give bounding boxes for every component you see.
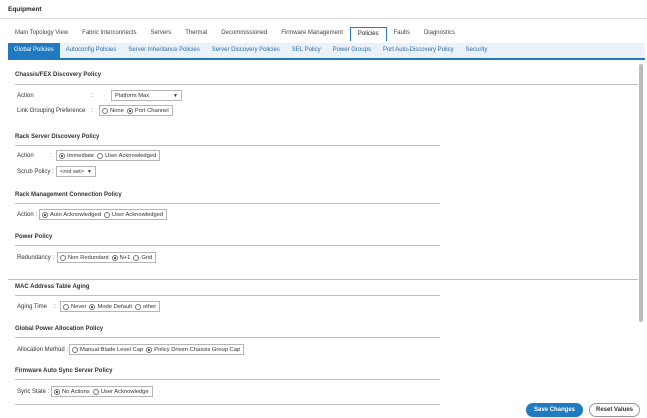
radio-other[interactable]: other — [134, 303, 156, 310]
sub-tab-bar: Global Policies Autoconfig Policies Serv… — [8, 43, 645, 60]
page-header: Equipment — [0, 0, 647, 19]
caret-down-icon: ▼ — [87, 168, 92, 175]
reset-values-button[interactable]: Reset Values — [589, 403, 640, 417]
aging-time-colon: : — [54, 304, 56, 310]
allocation-method-radio-group: Manual Blade Level Cap Policy Driven Cha… — [69, 344, 245, 355]
radio-immediate[interactable]: Immediate — [59, 152, 94, 159]
section-divider — [15, 245, 440, 246]
section-divider — [8, 279, 638, 280]
section-title-rack-server: Rack Server Discovery Policy — [15, 134, 100, 140]
radio-user-acknowledged[interactable]: User Acknowledged — [103, 211, 163, 218]
radio-port-channel[interactable]: Port Channel — [126, 107, 169, 114]
radio-user-acknowledged[interactable]: User Acknowledged — [97, 152, 156, 159]
tab-policies[interactable]: Policies — [349, 27, 387, 41]
section-divider — [15, 379, 440, 380]
subtab-security[interactable]: Security — [460, 43, 494, 58]
rack-action-label: Action — [17, 153, 34, 159]
rack-action-radio-group: Immediate User Acknowledged — [56, 150, 161, 161]
tab-firmware-management[interactable]: Firmware Management — [274, 27, 350, 41]
radio-mode-default[interactable]: Mode Default — [89, 303, 132, 310]
tab-diagnostics[interactable]: Diagnostics — [417, 27, 462, 41]
radio-dot — [126, 107, 133, 114]
section-divider — [15, 84, 638, 85]
section-divider — [15, 145, 440, 146]
tab-servers[interactable]: Servers — [144, 27, 179, 41]
redundancy-radio-group: Non Redundant N+1 Grid — [57, 252, 157, 263]
radio-none[interactable]: None — [102, 107, 124, 114]
radio-dot — [42, 211, 48, 218]
radio-no-actions[interactable]: No Actions — [54, 388, 90, 395]
tab-main-topology-view[interactable]: Main Topology View — [8, 27, 75, 41]
radio-policy-driven-chassis-group-cap[interactable]: Policy Driven Chassis Group Cap — [146, 346, 240, 353]
scrub-policy-value: <not set> — [60, 168, 85, 175]
chassis-action-select[interactable]: Platform Max ▼ — [111, 90, 182, 101]
link-grouping-radio-group: None Port Channel — [99, 105, 173, 116]
section-title-rack-mgmt: Rack Management Connection Policy — [15, 192, 122, 198]
rack-mgmt-radio-group: Auto Acknowledged User Acknowledged — [39, 209, 168, 220]
section-divider — [15, 203, 440, 204]
save-changes-button[interactable]: Save Changes — [526, 403, 583, 417]
section-title-mac-aging: MAC Address Table Aging — [15, 284, 90, 290]
section-divider — [15, 337, 440, 338]
section-title-chassis-fex: Chassis/FEX Discovery Policy — [15, 72, 102, 78]
radio-n-plus-1[interactable]: N+1 — [111, 254, 130, 261]
aging-time-label: Aging Time — [17, 304, 48, 310]
radio-dot — [134, 303, 141, 310]
chassis-action-colon: : — [91, 93, 93, 99]
radio-dot — [133, 254, 140, 261]
global-policies-panel: Chassis/FEX Discovery Policy Action : Pl… — [8, 62, 638, 418]
radio-dot — [54, 388, 60, 395]
link-grouping-colon: : — [91, 108, 93, 114]
tab-fabric-interconnects[interactable]: Fabric Interconnects — [75, 27, 143, 41]
allocation-method-label: Allocation Method : — [17, 347, 69, 353]
section-divider — [15, 404, 440, 405]
vertical-scrollbar[interactable] — [639, 64, 643, 322]
radio-dot — [146, 346, 153, 353]
radio-dot — [60, 254, 66, 261]
section-title-power: Power Policy — [15, 234, 53, 240]
subtab-global-policies[interactable]: Global Policies — [8, 43, 60, 58]
radio-non-redundant[interactable]: Non Redundant — [60, 254, 109, 261]
tab-faults[interactable]: Faults — [387, 27, 417, 41]
section-title-global-power: Global Power Allocation Policy — [15, 326, 104, 332]
redundancy-label: Redundancy : — [17, 255, 55, 261]
radio-dot — [97, 152, 104, 159]
radio-dot — [63, 303, 69, 310]
rack-mgmt-action-label: Action : — [17, 212, 38, 218]
radio-user-acknowledge[interactable]: User Acknowledge — [92, 388, 149, 395]
radio-auto-acknowledged[interactable]: Auto Acknowledged — [42, 211, 101, 218]
aging-time-radio-group: Never Mode Default other — [60, 301, 161, 312]
chassis-action-value: Platform Max — [115, 92, 150, 99]
rack-action-colon: : — [50, 153, 52, 159]
chassis-action-label: Action — [17, 93, 34, 99]
caret-down-icon: ▼ — [173, 92, 178, 99]
page-title: Equipment — [8, 6, 42, 13]
radio-dot — [102, 107, 108, 114]
subtab-power-groups[interactable]: Power Groups — [327, 43, 377, 58]
scrub-policy-select[interactable]: <not set> ▼ — [56, 166, 96, 177]
subtab-port-auto-discovery-policy[interactable]: Port Auto-Discovery Policy — [377, 43, 460, 58]
radio-dot — [111, 254, 118, 261]
tab-decommissioned[interactable]: Decommissioned — [214, 27, 274, 41]
radio-dot — [103, 211, 110, 218]
sync-state-label: Sync State : — [17, 389, 50, 395]
link-grouping-label: Link Grouping Preference — [17, 108, 86, 114]
sync-state-radio-group: No Actions User Acknowledge — [51, 386, 153, 397]
top-tab-bar: Main Topology View Fabric Interconnects … — [8, 27, 462, 41]
section-divider — [15, 295, 440, 296]
radio-dot — [59, 152, 65, 159]
subtab-sel-policy[interactable]: SEL Policy — [286, 43, 327, 58]
radio-grid[interactable]: Grid — [133, 254, 152, 261]
radio-never[interactable]: Never — [63, 303, 86, 310]
subtab-server-inheritance-policies[interactable]: Server Inheritance Policies — [122, 43, 205, 58]
section-title-fw-sync: Firmware Auto Sync Server Policy — [15, 368, 113, 374]
radio-dot — [89, 303, 96, 310]
subtab-autoconfig-policies[interactable]: Autoconfig Policies — [60, 43, 123, 58]
scrub-policy-label: Scrub Policy : — [17, 169, 54, 175]
subtab-server-discovery-policies[interactable]: Server Discovery Policies — [206, 43, 286, 58]
radio-dot — [72, 346, 78, 353]
tab-thermal[interactable]: Thermal — [178, 27, 214, 41]
radio-dot — [92, 388, 99, 395]
radio-manual-blade-level-cap[interactable]: Manual Blade Level Cap — [72, 346, 143, 353]
